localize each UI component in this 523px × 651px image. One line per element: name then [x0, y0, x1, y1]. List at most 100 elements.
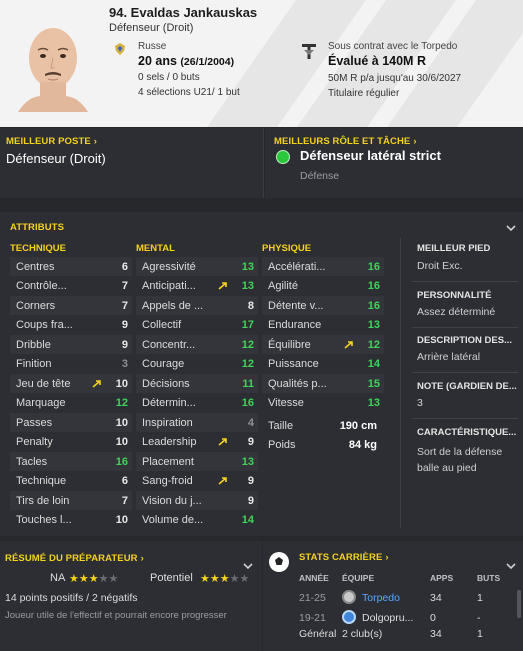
best-role-title[interactable]: Meilleurs rôle et tâche ›: [274, 136, 417, 147]
attribute-value: 6: [121, 475, 128, 487]
attribute-row[interactable]: Collectif 17: [136, 316, 258, 335]
attribute-row[interactable]: Détente v... 16: [262, 296, 384, 315]
player-avatar: [18, 28, 88, 112]
chevron-right-icon: ›: [140, 553, 144, 564]
attribute-row[interactable]: Endurance 13: [262, 316, 384, 335]
attribute-row[interactable]: Technique 6: [10, 472, 132, 491]
attribute-row[interactable]: Marquage 12: [10, 394, 132, 413]
best-role-duty: Défense: [300, 170, 340, 182]
attribute-value: 13: [241, 260, 254, 273]
attribute-row[interactable]: Touches l... 10: [10, 511, 132, 530]
physique-title: Physique: [262, 243, 312, 254]
torpedo-badge-icon: [342, 590, 356, 604]
attribute-row[interactable]: Inspiration 4: [136, 413, 258, 432]
attribute-row[interactable]: Sang-froid 9: [136, 472, 258, 491]
attribute-value: 10: [115, 377, 128, 390]
attribute-row[interactable]: Vision du j... 9: [136, 491, 258, 510]
attribute-name: Courage: [142, 358, 185, 370]
attribute-row[interactable]: Dribble 9: [10, 335, 132, 354]
career-row-goals: 1: [477, 592, 483, 604]
star-full-icon: ★: [88, 573, 99, 585]
player-position: Défenseur (Droit): [109, 22, 194, 34]
attribute-row[interactable]: Agilité 16: [262, 277, 384, 296]
career-stats-title[interactable]: Stats carrière ›: [299, 552, 389, 563]
preferred-foot-title: Meilleur pied: [417, 243, 491, 254]
attribute-name: Technique: [16, 475, 67, 487]
attribute-row[interactable]: Corners 7: [10, 296, 132, 315]
attribute-row[interactable]: Placement 13: [136, 452, 258, 471]
best-position-title-text: Meilleur poste: [6, 136, 91, 147]
career-total-label: Général: [299, 628, 337, 640]
attribute-name: Tirs de loin: [16, 494, 70, 507]
attribute-row[interactable]: Puissance 14: [262, 355, 384, 374]
attribute-row[interactable]: Courage 12: [136, 355, 258, 374]
attribute-row[interactable]: Coups fra... 9: [10, 316, 132, 335]
attribute-row[interactable]: Tirs de loin 7: [10, 491, 132, 510]
attribute-row[interactable]: Équilibre 12: [262, 335, 384, 354]
attribute-name: Collectif: [142, 319, 182, 331]
career-row-team[interactable]: Dolgopru...: [362, 612, 413, 624]
attribute-name: Dribble: [16, 338, 51, 351]
potential-label: Potentiel: [150, 572, 193, 584]
attribute-value: 8: [247, 299, 254, 312]
attribute-row[interactable]: Tacles 16: [10, 452, 132, 471]
attribute-value: 16: [367, 260, 380, 273]
best-role-title-text: Meilleurs rôle et tâche: [274, 136, 411, 147]
career-scrollbar[interactable]: [517, 590, 521, 618]
contract-club[interactable]: Sous contrat avec le Torpedo: [328, 41, 457, 52]
attribute-value: 10: [115, 416, 128, 429]
goalkeeper-note-value: 3: [417, 397, 423, 409]
attribute-value: 3: [121, 358, 128, 370]
attribute-value: 7: [121, 299, 128, 312]
trend-up-icon: [218, 282, 227, 290]
personality-value: Assez déterminé: [417, 306, 496, 318]
chevron-down-icon[interactable]: [506, 223, 516, 233]
attribute-row[interactable]: Concentr... 12: [136, 335, 258, 354]
chevron-down-icon[interactable]: [243, 561, 253, 571]
traits-title: Caractéristique...: [417, 427, 517, 438]
attribute-value: 13: [367, 397, 380, 409]
attribute-name: Anticipati...: [142, 280, 196, 292]
club-torpedo-icon[interactable]: [301, 42, 317, 62]
attribute-name: Puissance: [268, 358, 319, 370]
attribute-row[interactable]: Centres 6: [10, 257, 132, 276]
star-empty-icon: ★: [229, 573, 240, 585]
attribute-row[interactable]: Appels de ... 8: [136, 296, 258, 315]
personality-title: Personnalité: [417, 290, 492, 301]
attribute-row[interactable]: Accélérati... 16: [262, 257, 384, 276]
attribute-value: 9: [247, 494, 254, 507]
attribute-row[interactable]: Jeu de tête 10: [10, 374, 132, 393]
sidebar-divider: [400, 238, 401, 528]
attribute-row[interactable]: Leadership 9: [136, 433, 258, 452]
chevron-down-icon[interactable]: [506, 561, 516, 571]
star-full-icon: ★: [78, 573, 89, 585]
best-position-title[interactable]: Meilleur poste ›: [6, 136, 97, 147]
attribute-row[interactable]: Finition 3: [10, 355, 132, 374]
player-header: 94. Evaldas Jankauskas Défenseur (Droit)…: [0, 0, 523, 127]
player-nationality[interactable]: Russe: [138, 41, 166, 52]
attribute-row[interactable]: Volume de... 14: [136, 511, 258, 530]
attribute-value: 14: [367, 358, 380, 370]
attribute-value: 16: [367, 299, 380, 312]
attribute-name: Accélérati...: [268, 260, 326, 273]
height-label: Taille: [268, 420, 294, 432]
attribute-row[interactable]: Contrôle... 7: [10, 277, 132, 296]
attribute-row[interactable]: Qualités p... 15: [262, 374, 384, 393]
attribute-row[interactable]: Détermin... 16: [136, 394, 258, 413]
current-ability-label: NA: [50, 572, 66, 584]
attribute-name: Placement: [142, 455, 194, 468]
attribute-row[interactable]: Anticipati... 13: [136, 277, 258, 296]
attribute-name: Inspiration: [142, 416, 193, 429]
attribute-name: Sang-froid: [142, 475, 193, 487]
career-row-team[interactable]: Torpedo: [362, 592, 400, 604]
height-value: 190 cm: [339, 420, 377, 432]
attribute-row[interactable]: Passes 10: [10, 413, 132, 432]
attribute-row[interactable]: Penalty 10: [10, 433, 132, 452]
star-full-icon: ★: [219, 573, 230, 585]
attribute-row[interactable]: Décisions 11: [136, 374, 258, 393]
attribute-row[interactable]: Vitesse 13: [262, 394, 384, 413]
attribute-row[interactable]: Agressivité 13: [136, 257, 258, 276]
nation-flag-icon[interactable]: [113, 42, 127, 56]
attribute-name: Endurance: [268, 319, 322, 331]
coach-report-title[interactable]: Résumé du préparateur ›: [5, 553, 144, 564]
